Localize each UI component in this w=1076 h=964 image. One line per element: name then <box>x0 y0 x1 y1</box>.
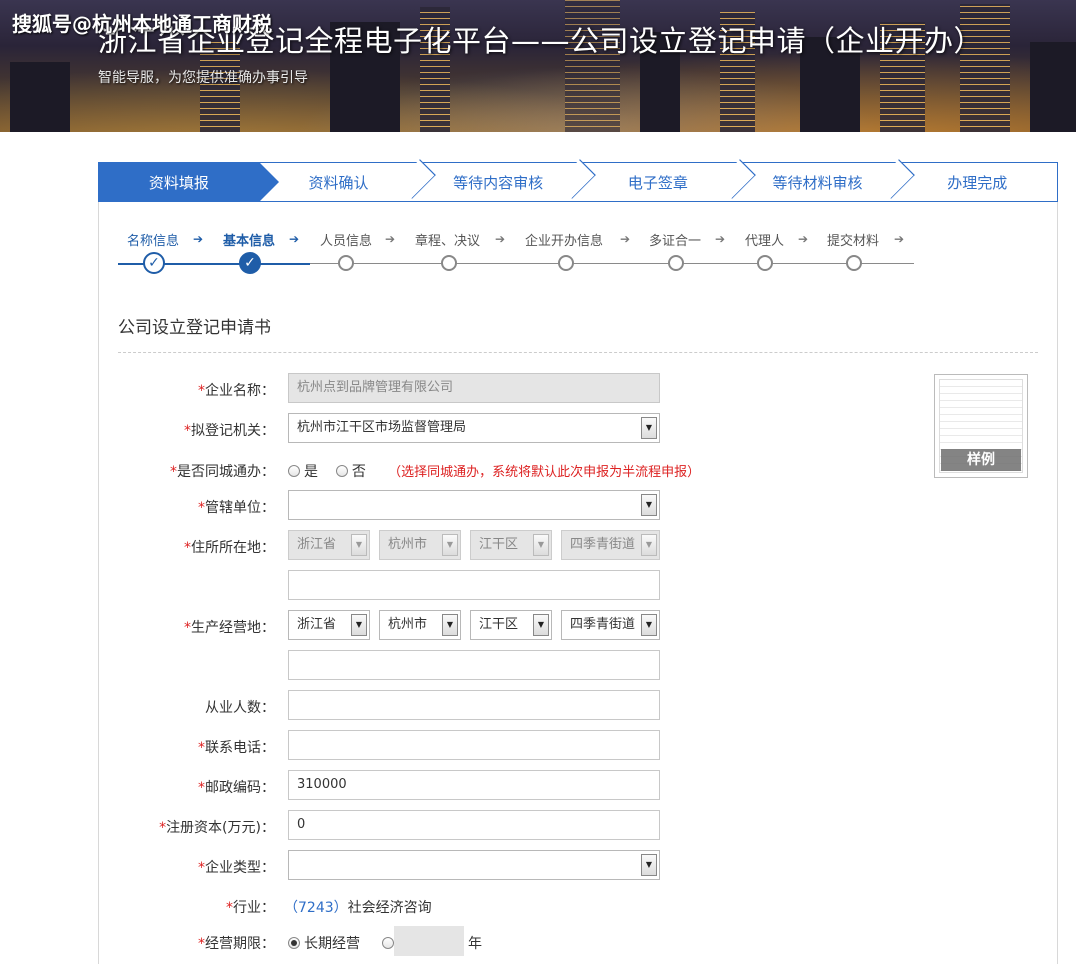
step-complete: 办理完成 <box>947 173 1008 192</box>
employees-label: 从业人数： <box>205 700 275 716</box>
same-city-yes-label: 是 <box>304 464 318 480</box>
watermark: 搜狐号@杭州本地通工商财税 <box>12 12 272 36</box>
same-city-options: 是 否 （选择同城通办，系统将默认此次申报为半流程申报） <box>288 461 700 481</box>
company-type-select[interactable]: ▼ <box>288 850 660 880</box>
chevron-down-icon: ▼ <box>641 854 657 876</box>
industry-value: （7243）社会经济咨询 <box>284 897 432 917</box>
company-name-input[interactable]: 杭州点到品牌管理有限公司 <box>288 373 660 403</box>
arrow-right-icon: ➔ <box>620 232 631 246</box>
term-years-input[interactable] <box>394 926 464 956</box>
arrow-right-icon: ➔ <box>289 232 300 246</box>
substep-basic-info[interactable]: 基本信息 <box>223 230 275 249</box>
registry-select[interactable]: 杭州市江干区市场监督管理局 ▼ <box>288 413 660 443</box>
jurisdiction-label: *管辖单位： <box>198 500 275 516</box>
substep-agent[interactable]: 代理人 <box>745 230 784 249</box>
business-province-select[interactable]: 浙江省 ▼ <box>288 610 370 640</box>
company-name-label: *企业名称： <box>198 383 275 399</box>
arrow-right-icon: ➔ <box>715 232 726 246</box>
phone-input[interactable] <box>288 730 660 760</box>
sub-progress: 名称信息 ➔ 基本信息 ➔ 人员信息 ➔ 章程、决议 ➔ 企业开办信息 ➔ 多证… <box>118 230 918 280</box>
capital-input[interactable]: 0 <box>288 810 660 840</box>
same-city-note: （选择同城通办，系统将默认此次申报为半流程申报） <box>388 465 701 480</box>
chevron-down-icon: ▼ <box>641 614 657 636</box>
arrow-right-icon: ➔ <box>894 232 905 246</box>
step-node <box>558 255 574 271</box>
business-street-select[interactable]: 四季青街道 ▼ <box>561 610 660 640</box>
process-stepbar: 资料填报 资料确认 等待内容审核 电子签章 等待材料审核 办理完成 <box>98 159 1058 202</box>
header-banner: 浙江省企业登记全程电子化平台——公司设立登记申请（企业开办） 智能导服，为您提供… <box>0 0 1076 132</box>
step-node <box>668 255 684 271</box>
substep-opening-info[interactable]: 企业开办信息 <box>525 230 603 249</box>
business-district-select[interactable]: 江干区 ▼ <box>470 610 552 640</box>
step-fill-in: 资料填报 <box>99 162 279 202</box>
same-city-no-label: 否 <box>351 464 366 480</box>
term-long-label: 长期经营 <box>304 936 360 952</box>
employees-input[interactable] <box>288 690 660 720</box>
page-subtitle: 智能导服，为您提供准确办事引导 <box>98 70 308 86</box>
company-type-label: *企业类型： <box>198 860 275 876</box>
arrow-right-icon: ➔ <box>385 232 396 246</box>
business-label: *生产经营地： <box>184 620 275 636</box>
residence-detail-input[interactable] <box>288 570 660 600</box>
step-node <box>441 255 457 271</box>
term-unit: 年 <box>468 936 482 952</box>
chevron-down-icon: ▼ <box>442 534 458 556</box>
registry-label: *拟登记机关： <box>184 423 275 439</box>
term-long-radio[interactable] <box>288 937 300 949</box>
residence-province-select[interactable]: 浙江省 ▼ <box>288 530 370 560</box>
postcode-input[interactable]: 310000 <box>288 770 660 800</box>
arrow-right-icon: ➔ <box>798 232 809 246</box>
chevron-down-icon: ▼ <box>442 614 458 636</box>
step-node <box>846 255 862 271</box>
industry-name: 社会经济咨询 <box>347 900 432 916</box>
substep-multi-cert[interactable]: 多证合一 <box>649 230 701 249</box>
phone-label: *联系电话： <box>198 740 275 756</box>
step-e-signature: 电子签章 <box>578 159 756 201</box>
arrow-right-icon: ➔ <box>193 232 204 246</box>
industry-label: *行业： <box>226 900 275 916</box>
chevron-down-icon: ▼ <box>351 534 367 556</box>
step-node <box>338 255 354 271</box>
substep-personnel[interactable]: 人员信息 <box>320 230 372 249</box>
chevron-down-icon: ▼ <box>533 534 549 556</box>
check-icon: ✓ <box>239 252 261 274</box>
substep-articles[interactable]: 章程、决议 <box>415 230 480 249</box>
arrow-right-icon: ➔ <box>495 232 506 246</box>
chevron-down-icon: ▼ <box>533 614 549 636</box>
business-detail-input[interactable] <box>288 650 660 680</box>
substep-submit[interactable]: 提交材料 <box>827 230 879 249</box>
jurisdiction-select[interactable]: ▼ <box>288 490 660 520</box>
term-options: 长期经营 <box>288 933 398 953</box>
form-title: 公司设立登记申请书 <box>118 318 271 338</box>
step-confirm: 资料确认 <box>259 159 437 201</box>
term-years-radio[interactable] <box>382 937 395 949</box>
business-city-select[interactable]: 杭州市 ▼ <box>379 610 461 640</box>
sample-label: 样例 <box>941 449 1021 471</box>
chevron-down-icon: ▼ <box>351 614 367 636</box>
term-label: *经营期限： <box>198 936 275 952</box>
same-city-label: *是否同城通办： <box>170 464 275 480</box>
residence-street-select[interactable]: 四季青街道 ▼ <box>561 530 660 560</box>
same-city-no-radio[interactable] <box>335 465 348 477</box>
capital-label: *注册资本(万元)： <box>159 820 275 836</box>
substep-name-info[interactable]: 名称信息 <box>127 230 179 249</box>
residence-city-select[interactable]: 杭州市 ▼ <box>379 530 461 560</box>
postcode-label: *邮政编码： <box>198 780 275 796</box>
industry-code[interactable]: （7243） <box>284 900 348 916</box>
same-city-yes-radio[interactable] <box>288 465 300 477</box>
residence-label: *住所所在地： <box>184 540 275 556</box>
step-node <box>757 255 773 271</box>
step-content-review: 等待内容审核 <box>418 159 596 201</box>
sample-thumbnail[interactable]: 样例 <box>934 374 1028 478</box>
chevron-down-icon: ▼ <box>641 494 657 516</box>
step-material-review: 等待材料审核 <box>738 159 916 201</box>
residence-district-select[interactable]: 江干区 ▼ <box>470 530 552 560</box>
chevron-down-icon: ▼ <box>641 417 657 439</box>
check-icon: ✓ <box>143 252 165 274</box>
chevron-down-icon: ▼ <box>641 534 657 556</box>
